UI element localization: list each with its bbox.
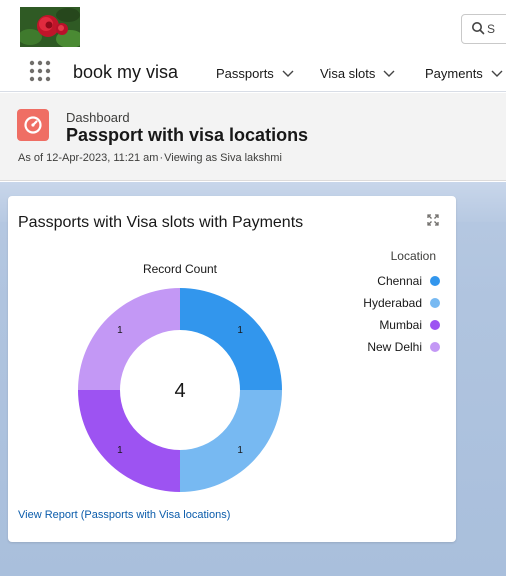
search-icon bbox=[471, 21, 485, 40]
app-launcher-icon[interactable] bbox=[28, 59, 52, 83]
dashboard-icon bbox=[17, 109, 49, 141]
dashboard-component-card: Passports with Visa slots with Payments … bbox=[8, 196, 456, 542]
legend-item-hyderabad[interactable]: Hyderabad bbox=[363, 296, 440, 310]
legend-title: Location bbox=[390, 249, 436, 263]
legend-item-mumbai[interactable]: Mumbai bbox=[379, 318, 440, 332]
donut-chart: 1 1 1 1 4 bbox=[78, 288, 282, 492]
page-type-label: Dashboard bbox=[66, 110, 130, 125]
org-logo bbox=[20, 7, 80, 47]
viewing-as: Viewing as Siva lakshmi bbox=[164, 152, 282, 164]
nav-item-label: Visa slots bbox=[320, 66, 376, 81]
nav-item-payments[interactable]: Payments bbox=[425, 66, 503, 81]
slice-data-label: 1 bbox=[117, 325, 123, 336]
legend-item-chennai[interactable]: Chennai bbox=[377, 274, 440, 288]
as-of-timestamp: As of 12-Apr-2023, 11:21 am bbox=[18, 152, 159, 164]
donut-slice-new-delhi[interactable] bbox=[78, 288, 180, 390]
nav-item-label: Payments bbox=[425, 66, 483, 81]
separator: · bbox=[159, 152, 164, 164]
search-placeholder: S bbox=[487, 22, 496, 36]
legend-swatch bbox=[430, 276, 440, 286]
donut-slice-chennai[interactable] bbox=[180, 288, 282, 390]
nav-item-visa-slots[interactable]: Visa slots bbox=[320, 66, 395, 81]
view-report-link[interactable]: View Report (Passports with Visa locatio… bbox=[18, 509, 230, 521]
slice-data-label: 1 bbox=[237, 445, 243, 456]
global-search-input[interactable]: S bbox=[461, 14, 506, 44]
legend-item-new-delhi[interactable]: New Delhi bbox=[367, 340, 440, 354]
legend-swatch bbox=[430, 298, 440, 308]
nav-item-label: Passports bbox=[216, 66, 274, 81]
legend-label: Chennai bbox=[377, 274, 422, 288]
legend-swatch bbox=[430, 342, 440, 352]
donut-center-total: 4 bbox=[174, 380, 185, 402]
chevron-down-icon[interactable] bbox=[383, 66, 395, 81]
donut-slice-mumbai[interactable] bbox=[78, 390, 180, 492]
donut-slice-hyderabad[interactable] bbox=[180, 390, 282, 492]
legend-label: New Delhi bbox=[367, 340, 422, 354]
page-title: Passport with visa locations bbox=[66, 125, 309, 145]
top-bar: S bbox=[0, 0, 506, 56]
legend-label: Hyderabad bbox=[363, 296, 422, 310]
dashboard-subtitle: As of 12-Apr-2023, 11:21 am·Viewing as S… bbox=[18, 152, 282, 164]
slice-data-label: 1 bbox=[117, 445, 123, 456]
legend-label: Mumbai bbox=[379, 318, 422, 332]
app-nav-bar: book my visa Passports Visa slots Paymen… bbox=[0, 56, 506, 92]
slice-data-label: 1 bbox=[237, 325, 243, 336]
page-header: Dashboard Passport with visa locations A… bbox=[0, 93, 506, 181]
legend-swatch bbox=[430, 320, 440, 330]
chevron-down-icon[interactable] bbox=[282, 66, 294, 81]
chevron-down-icon[interactable] bbox=[491, 66, 503, 81]
app-name: book my visa bbox=[73, 62, 179, 82]
nav-item-passports[interactable]: Passports bbox=[216, 66, 294, 81]
